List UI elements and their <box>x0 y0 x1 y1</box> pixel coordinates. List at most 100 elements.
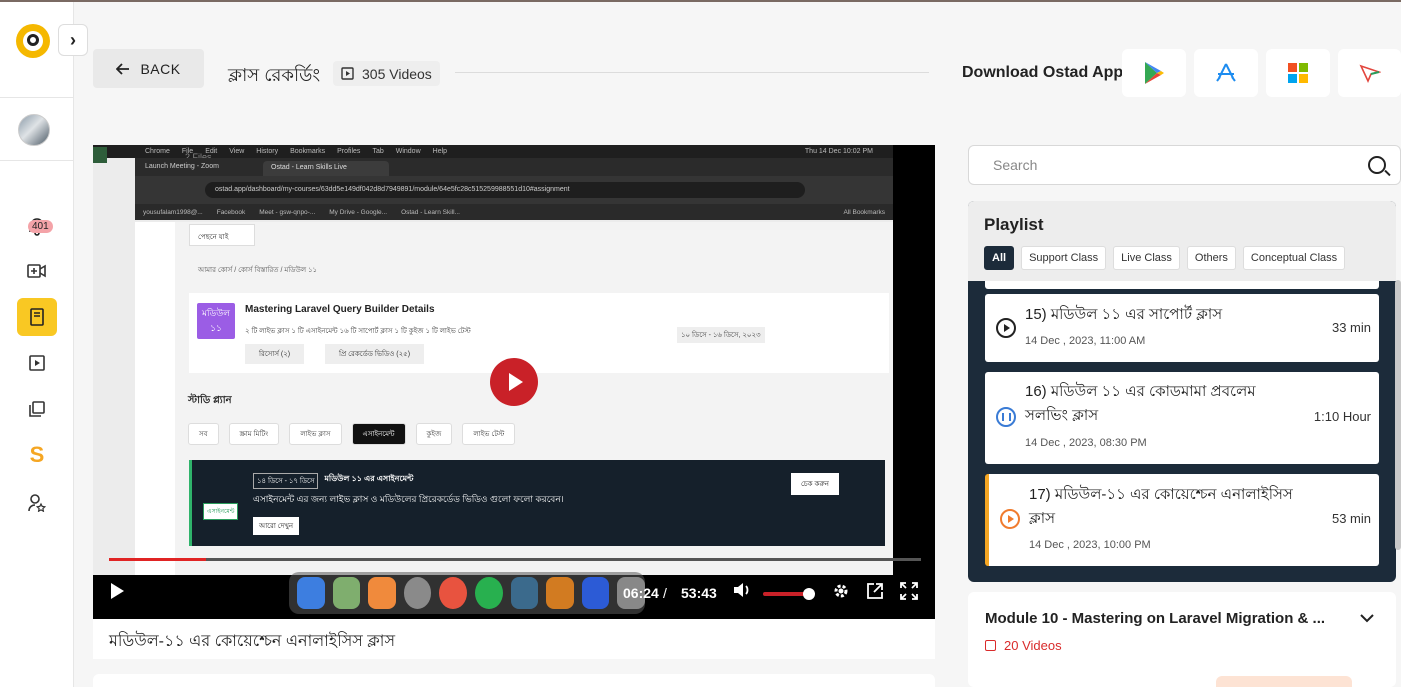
chevron-down-icon[interactable] <box>1360 610 1374 626</box>
embedded-module-title: Mastering Laravel Query Builder Details <box>245 304 435 315</box>
playlist-item-title: 15) মডিউল ১১ এর সাপোর্ট ক্লাস <box>1025 306 1223 323</box>
current-time: 06:24 <box>623 585 659 601</box>
playlist-scrollbar[interactable] <box>1395 280 1401 550</box>
sidebar-item-profile[interactable] <box>17 484 57 522</box>
embedded-assign-more: আরো দেখুন <box>253 517 300 535</box>
menu-history: History <box>256 148 279 155</box>
app-store-button[interactable] <box>1194 49 1258 97</box>
play-square-icon <box>985 640 996 651</box>
big-play-button[interactable] <box>490 358 538 406</box>
filter-live-class[interactable]: Live Class <box>1113 246 1180 270</box>
ostad-logo[interactable] <box>16 24 50 58</box>
all-bookmarks: All Bookmarks <box>843 208 885 216</box>
playlist-header: Playlist All Support Class Live Class Ot… <box>968 201 1396 281</box>
filter-support-class[interactable]: Support Class <box>1021 246 1107 270</box>
external-link-icon <box>867 583 883 599</box>
embedded-tab: লাইভ ক্লাস <box>289 423 342 445</box>
video-player[interactable]: Chrome File Edit View History Bookmarks … <box>93 145 935 619</box>
sidebar-item-videos[interactable] <box>17 344 57 382</box>
chrome-url: ostad.app/dashboard/my-courses/63dd5e149… <box>205 182 805 198</box>
embedded-back: পেছনে যাই <box>189 224 255 246</box>
playlist-item[interactable]: 15) মডিউল ১১ এর সাপোর্ট ক্লাস 14 Dec , 2… <box>985 294 1379 362</box>
total-time: 53:43 <box>681 585 717 601</box>
apk-download-button[interactable] <box>1338 49 1401 97</box>
embedded-tabs: সব স্ক্রাম মিটিং লাইভ ক্লাস এসাইনমেন্ট ক… <box>188 423 516 445</box>
volume-icon <box>734 583 749 597</box>
filter-conceptual-class[interactable]: Conceptual Class <box>1242 246 1346 270</box>
video-progress-bar[interactable] <box>109 558 921 561</box>
apk-icon <box>1358 64 1381 83</box>
vscode-dock-icon <box>581 577 610 609</box>
chrome-dock-icon <box>439 577 467 609</box>
sidebar-item-s-brand[interactable]: S <box>17 436 57 474</box>
volume-button[interactable] <box>733 582 751 603</box>
playlist-item-duration: 53 min <box>1331 511 1371 526</box>
mysql-dock-icon <box>510 577 539 609</box>
bookmark: yousufalam1998@... <box>143 208 203 216</box>
embedded-assignment-head: ১৪ ডিসে - ১৭ ডিসে মডিউল ১১ এর এসাইনমেন্ট <box>253 473 413 489</box>
embedded-webpage-sidebar <box>135 222 175 575</box>
app-store-icon <box>1216 63 1236 82</box>
menu-tab: Tab <box>372 148 384 155</box>
playlist-item-date: 14 Dec , 2023, 11:00 AM <box>1025 335 1146 347</box>
embedded-assign-desc: এসাইনমেন্ট এর জন্য লাইভ ক্লাস ও মডিউলের … <box>253 494 564 504</box>
chrome-tab-zoom: Launch Meeting - Zoom <box>145 163 219 170</box>
module-accordion[interactable]: Module 10 - Mastering on Laravel Migrati… <box>968 592 1396 687</box>
floating-widget[interactable] <box>1216 676 1352 687</box>
copy-icon <box>29 401 45 417</box>
whatsapp-dock-icon <box>474 577 503 609</box>
microsoft-store-button[interactable] <box>1266 49 1330 97</box>
playlist-item-title: 16) মডিউল ১১ এর কোডমামা প্রবলেম সলভিং ক্… <box>1025 383 1256 424</box>
sidebar-item-recordings[interactable] <box>17 298 57 336</box>
notification-badge: 401 <box>28 220 53 233</box>
header-divider <box>455 72 929 73</box>
download-app-label: Download Ostad App <box>962 64 1124 81</box>
playlist-item[interactable]: 16) মডিউল ১১ এর কোডমামা প্রবলেম সলভিং ক্… <box>985 372 1379 464</box>
embedded-screen: Chrome File Edit View History Bookmarks … <box>93 145 893 575</box>
google-play-icon <box>1145 62 1164 84</box>
module-title: Module 10 - Mastering on Laravel Migrati… <box>985 610 1326 627</box>
module-video-count: 20 Videos <box>985 638 1062 653</box>
play-button[interactable] <box>109 582 125 605</box>
menu-window: Window <box>395 148 421 155</box>
module-count-label: 20 Videos <box>1004 638 1062 653</box>
sidebar: 401 S <box>0 2 74 687</box>
content-card <box>93 674 935 687</box>
sidebar-item-live[interactable] <box>17 252 57 290</box>
playlist-item-current[interactable]: 17) মডিউল-১১ এর কোয়েশ্চেন এনালাইসিস ক্ল… <box>985 474 1379 566</box>
sublime-dock-icon <box>546 577 574 609</box>
embedded-assign-date: ১৪ ডিসে - ১৭ ডিসে <box>253 473 319 489</box>
settings-button[interactable] <box>832 582 850 605</box>
pip-button[interactable] <box>866 582 884 605</box>
pause-icon <box>996 407 1016 427</box>
fullscreen-button[interactable] <box>900 582 918 605</box>
chrome-tabbar: Launch Meeting - Zoom <box>135 158 893 176</box>
search-input[interactable] <box>969 146 1349 184</box>
volume-slider[interactable] <box>763 588 815 600</box>
avatar[interactable] <box>18 114 50 146</box>
embedded-prerecorded-btn: প্রি রেকর্ডেড ভিডিও (২৫) <box>325 344 425 364</box>
video-progress-fill <box>109 558 207 561</box>
fullscreen-icon <box>900 582 918 600</box>
menu-view: View <box>229 148 245 155</box>
chrome-tab-active: Ostad - Learn Skills Live <box>263 161 389 176</box>
embedded-tab: সব <box>188 423 219 445</box>
menu-bookmarks: Bookmarks <box>290 148 326 155</box>
filter-others[interactable]: Others <box>1186 246 1236 270</box>
mac-clock: Thu 14 Dec 10:02 PM <box>804 148 873 155</box>
s-brand-icon: S <box>29 442 45 467</box>
mac-dock <box>289 572 645 614</box>
playlist-item-partial <box>985 281 1379 289</box>
filter-all[interactable]: All <box>984 246 1015 270</box>
search-icon[interactable] <box>1368 156 1386 174</box>
arrow-left-icon <box>116 62 130 75</box>
sidebar-expand-button[interactable]: › <box>58 24 88 56</box>
sidebar-item-courses[interactable] <box>17 390 57 428</box>
playlist-search <box>968 145 1401 185</box>
menu-help: Help <box>432 148 448 155</box>
back-button[interactable]: BACK <box>93 49 204 88</box>
embedded-assign-check: চেক করুন <box>791 473 839 495</box>
video-add-icon <box>27 264 46 278</box>
play-icon <box>996 318 1016 338</box>
google-play-button[interactable] <box>1122 49 1186 97</box>
